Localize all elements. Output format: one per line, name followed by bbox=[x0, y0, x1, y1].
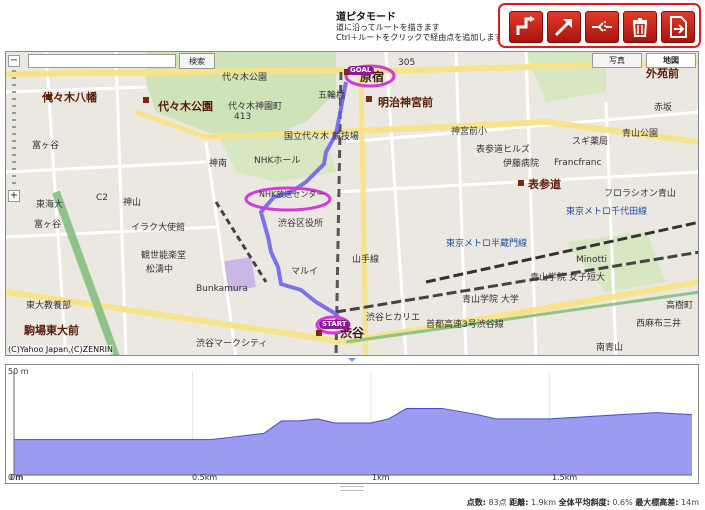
aoyama-park-label: 青山公園 bbox=[622, 129, 659, 139]
jingumae-elementary-label: 神宮前小 bbox=[451, 127, 488, 137]
mode-hint: 道ピタモード 道に沿ってルートを描きます Ctrl＋ルートをクリックで経由点を追… bbox=[336, 8, 506, 43]
x-tick-label: 0m bbox=[10, 473, 23, 482]
zoom-in-button[interactable]: + bbox=[8, 190, 20, 202]
export-document-icon bbox=[670, 16, 687, 38]
x-tick-label: 0.5km bbox=[192, 473, 218, 482]
mode-instruction: Ctrl＋ルートをクリックで経由点を追加します bbox=[336, 33, 503, 42]
elevation-area bbox=[14, 408, 692, 475]
hanzomon-line-label: 東京メトロ半蔵門線 bbox=[446, 239, 528, 249]
elevation-profile[interactable]: 50 m 0 m 0m 0.5km 1km 1.5km bbox=[5, 364, 699, 484]
chiyoda-line-label: 東京メトロ千代田線 bbox=[566, 207, 648, 217]
route-toolbar bbox=[498, 3, 701, 48]
max-elevation-diff-label: 最大標高差: bbox=[635, 498, 679, 507]
sugi-pharmacy-label: スギ薬局 bbox=[572, 137, 609, 147]
resize-grip[interactable] bbox=[340, 486, 364, 491]
tokai-label: 東海大 bbox=[36, 200, 64, 210]
takagi-label: 高樹町 bbox=[666, 301, 694, 311]
kanze-label: 観世能楽堂 bbox=[141, 251, 187, 261]
aoyama-joshi-label: 青山学院 女子短大 bbox=[530, 273, 605, 283]
collapse-handle-icon[interactable] bbox=[347, 357, 357, 363]
omotesando-label: 表参道 bbox=[528, 178, 561, 191]
route-413-label: 413 bbox=[234, 112, 252, 122]
y-max-label: 50 m bbox=[8, 367, 29, 376]
zoom-out-button[interactable]: − bbox=[8, 55, 20, 67]
route-stats: 点数: 83点 距離: 1.9km 全体平均斜度: 0.6% 最大標高差: 14… bbox=[467, 497, 699, 508]
map-view-button[interactable]: 地図 bbox=[646, 53, 696, 68]
aoyama-gakuin-label: 青山学院 大学 bbox=[462, 295, 519, 305]
komaba-todaimae-label: 駒場東大前 bbox=[24, 324, 79, 337]
yoyogi-park-label: 代々木公園 bbox=[222, 73, 268, 83]
shibuya-ward-office-label: 渋谷区役所 bbox=[278, 219, 324, 229]
national-stadium-label: 国立代々木 競技場 bbox=[284, 132, 359, 142]
search-button[interactable]: 検索 bbox=[179, 53, 215, 69]
jinnan-label: 神南 bbox=[209, 159, 228, 169]
minotti-label: Minotti bbox=[576, 255, 608, 265]
x-tick-label: 1km bbox=[372, 473, 390, 482]
straight-line-icon bbox=[554, 19, 572, 37]
marui-label: マルイ bbox=[291, 267, 319, 277]
route-305-label: 305 bbox=[398, 58, 416, 68]
export-button[interactable] bbox=[661, 11, 695, 43]
road-snap-route-icon bbox=[516, 16, 535, 35]
yoyogi-hachiman-label: 代々木八幡 bbox=[42, 91, 97, 104]
distance-value: 1.9km bbox=[530, 498, 557, 507]
iraq-embassy-label: イラク大使館 bbox=[131, 223, 186, 233]
x-tick-label: 1.5km bbox=[552, 473, 578, 482]
nishiazabu-label: 西麻布三井 bbox=[636, 319, 682, 329]
shibuya-hikarie-label: 渋谷ヒカリエ bbox=[366, 313, 421, 323]
todai-kyoyobu-label: 東大教養部 bbox=[26, 301, 72, 311]
straight-line-button[interactable] bbox=[547, 11, 581, 43]
shoto-label: 松濤中 bbox=[146, 265, 174, 275]
map-search-input[interactable] bbox=[28, 54, 176, 68]
yamanote-line-label: 山手線 bbox=[352, 255, 380, 265]
elevation-chart bbox=[13, 371, 693, 476]
tomigaya-label-2: 富ヶ谷 bbox=[34, 220, 62, 230]
mode-description: 道に沿ってルートを描きます bbox=[336, 23, 440, 32]
nhk-hall-label: NHKホール bbox=[254, 156, 301, 166]
map-copyright: (C)Yahoo Japan,(C)ZENRIN bbox=[8, 345, 114, 354]
meiji-jingumae-label: 明治神宮前 bbox=[378, 96, 433, 109]
ito-hospital-label: 伊藤病院 bbox=[503, 159, 540, 169]
akasaka-label: 赤坂 bbox=[654, 103, 673, 113]
bunkamura-label: Bunkamura bbox=[196, 284, 248, 294]
mode-title: 道ピタモード bbox=[336, 12, 396, 23]
slope-value: 0.6% bbox=[612, 498, 633, 507]
yoyogi-koen-station-label: 代々木公園 bbox=[158, 100, 213, 113]
remove-waypoint-icon bbox=[592, 21, 612, 33]
shibuya-mark-city-label: 渋谷マークシティ bbox=[196, 339, 268, 349]
tomigaya-label: 富ヶ谷 bbox=[32, 141, 60, 151]
slope-label: 全体平均斜度: bbox=[558, 498, 610, 507]
zoom-slider[interactable] bbox=[12, 70, 16, 186]
omotesando-hills-label: 表参道ヒルズ bbox=[476, 145, 531, 155]
points-label: 点数: bbox=[466, 498, 486, 507]
shuto-expressway-label: 首都高速3号渋谷線 bbox=[426, 320, 504, 330]
start-pin[interactable]: START bbox=[319, 320, 350, 329]
delete-route-button[interactable] bbox=[623, 11, 657, 43]
florasion-label: フロラシオン青山 bbox=[604, 189, 676, 199]
max-elevation-diff-value: 14m bbox=[681, 498, 699, 507]
photo-view-button[interactable]: 写真 bbox=[592, 53, 642, 68]
yoyogi-kamizono-label: 代々木神園町 bbox=[228, 102, 283, 112]
c2-label: C2 bbox=[96, 193, 109, 203]
road-snap-button[interactable] bbox=[509, 11, 543, 43]
kamiyama-label: 神山 bbox=[123, 198, 142, 208]
goal-pin[interactable]: GOAL bbox=[347, 66, 375, 75]
points-value: 83点 bbox=[488, 498, 507, 507]
remove-waypoint-button[interactable] bbox=[585, 11, 619, 43]
gorin-label: 五輪橋 bbox=[318, 91, 346, 101]
nhk-center-label: NHK放送センター bbox=[259, 190, 325, 199]
route-map[interactable]: 原宿 渋谷 明治神宮前 表参道 代々木八幡 代々木公園 外苑前 駒場東大前 代々… bbox=[5, 51, 699, 356]
minami-aoyama-label: 南青山 bbox=[596, 343, 624, 353]
trash-icon bbox=[632, 18, 648, 37]
distance-label: 距離: bbox=[509, 498, 529, 507]
francfranc-label: Francfranc bbox=[554, 158, 602, 168]
